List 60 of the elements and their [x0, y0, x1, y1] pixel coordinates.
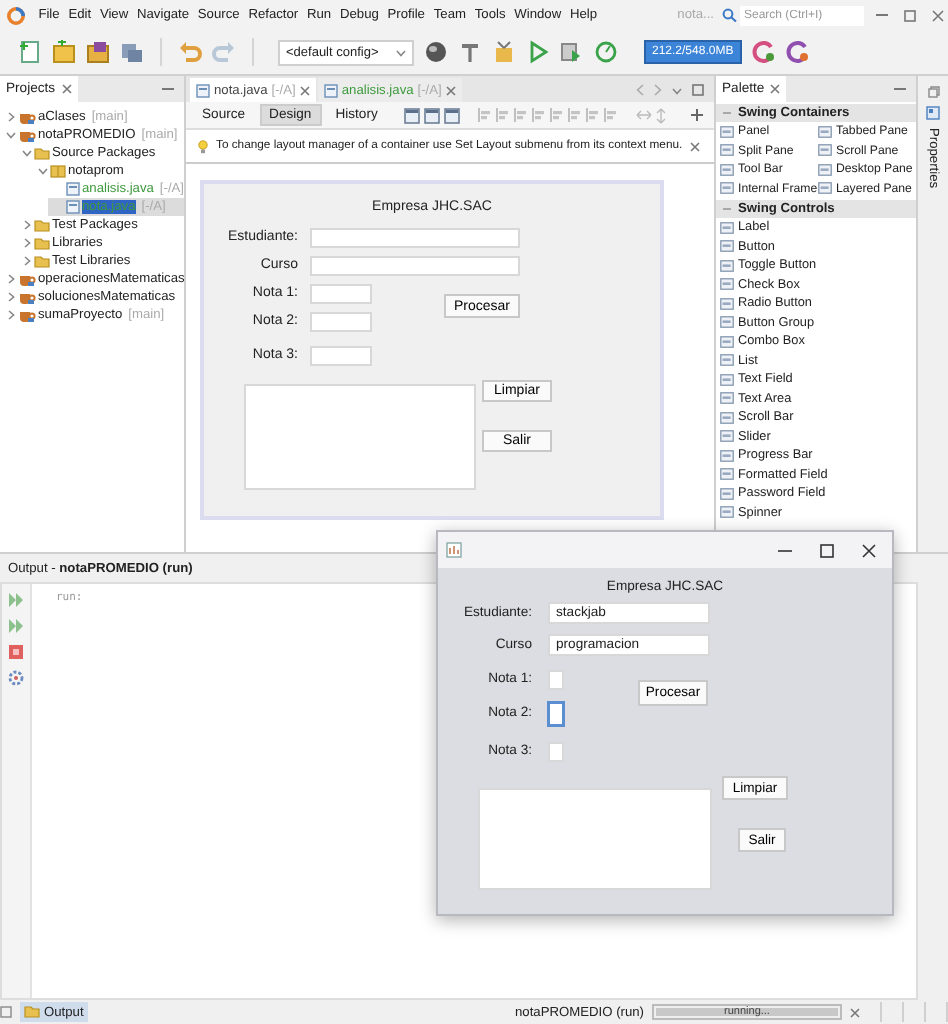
folder-icon: [24, 1006, 40, 1018]
caret-down-icon[interactable]: [38, 166, 48, 176]
caret-right-icon[interactable]: [6, 292, 16, 302]
maximize-icon[interactable]: [904, 9, 916, 21]
cup-icon: [18, 308, 36, 322]
window-icon[interactable]: [403, 107, 420, 123]
caret-right-icon[interactable]: [22, 256, 32, 266]
caret-right-icon[interactable]: [6, 112, 16, 122]
logo-icon: [6, 5, 26, 25]
undo-icon[interactable]: [178, 40, 202, 64]
window-icon[interactable]: [423, 107, 440, 123]
cup-icon: [18, 290, 36, 304]
window-icon[interactable]: [443, 107, 460, 123]
file-icon: [196, 83, 210, 97]
caret-right-icon[interactable]: [6, 310, 16, 320]
restore-icon[interactable]: [927, 86, 939, 98]
caret-down-icon[interactable]: [396, 47, 406, 57]
debug-icon[interactable]: [560, 40, 584, 64]
caret-down-icon[interactable]: [672, 85, 682, 95]
maximize-icon[interactable]: [820, 543, 834, 557]
caret-right-icon[interactable]: [22, 238, 32, 248]
minimize-icon[interactable]: [876, 12, 888, 18]
globe-icon[interactable]: [424, 40, 448, 64]
restore-icon[interactable]: [0, 1006, 12, 1018]
minimize-icon[interactable]: [162, 86, 174, 92]
open-project-icon[interactable]: [86, 40, 110, 64]
run-icon[interactable]: [8, 618, 24, 634]
profile-icon[interactable]: [594, 40, 618, 64]
cup-icon: [18, 128, 36, 142]
lightbulb-icon: [198, 139, 208, 153]
caret-right-icon[interactable]: [6, 274, 16, 284]
properties-icon: [926, 106, 940, 120]
new-project-icon[interactable]: [52, 40, 76, 64]
run-icon[interactable]: [526, 40, 550, 64]
search-icon: [722, 8, 738, 22]
file-icon: [66, 200, 80, 214]
caret-down-icon[interactable]: [22, 148, 32, 158]
app-icon: [446, 542, 462, 558]
new-file-icon[interactable]: [18, 40, 42, 64]
run-icon[interactable]: [8, 592, 24, 608]
folder-icon: [34, 146, 50, 160]
resize-icon[interactable]: [635, 108, 652, 122]
file-icon: [66, 182, 80, 196]
caret-down-icon[interactable]: [6, 130, 16, 140]
resize-icon[interactable]: [655, 107, 666, 123]
close-icon[interactable]: [862, 543, 876, 557]
minus-icon: [722, 204, 732, 214]
minimize-icon[interactable]: [778, 547, 792, 553]
file-icon: [323, 83, 338, 97]
minimize-icon[interactable]: [894, 86, 906, 92]
minus-icon: [722, 108, 732, 118]
maximize-icon[interactable]: [692, 84, 704, 96]
stop-icon[interactable]: [8, 644, 24, 660]
caret-right-icon[interactable]: [22, 220, 32, 230]
package-icon: [50, 164, 66, 178]
cup-icon: [18, 272, 36, 286]
plus-icon[interactable]: [690, 108, 704, 122]
text-field[interactable]: [548, 702, 564, 726]
cup-icon: [18, 110, 36, 124]
cancel-icon[interactable]: [850, 1007, 860, 1017]
